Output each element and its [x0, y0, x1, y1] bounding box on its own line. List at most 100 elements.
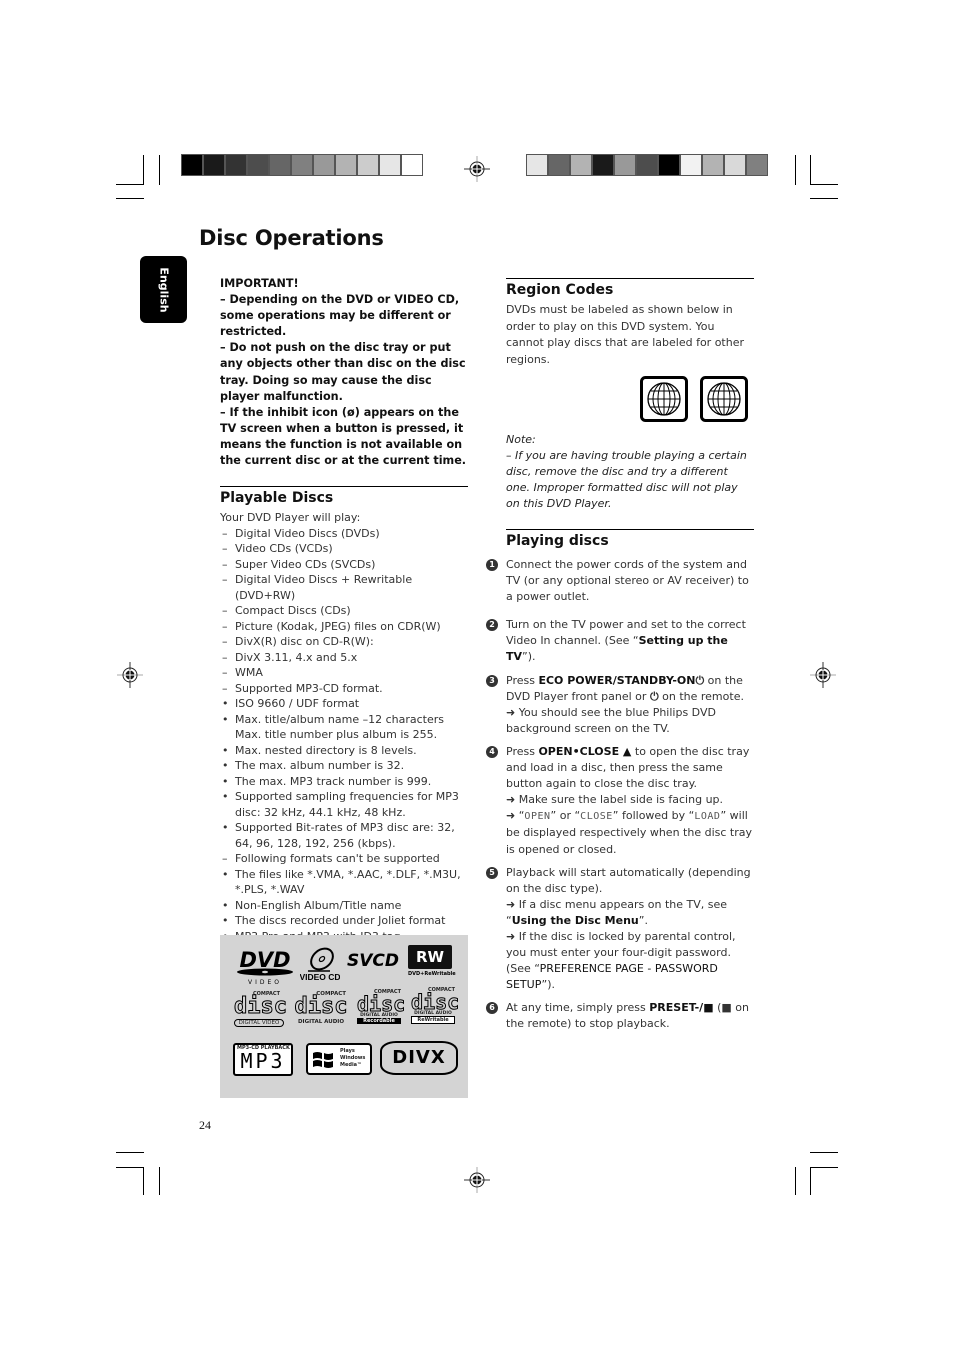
list-item-text: Compact Discs (CDs) — [235, 604, 351, 618]
bullet-icon: • — [222, 743, 229, 757]
registration-mark-icon — [464, 156, 490, 182]
list-item-text: The max. MP3 track number is 999. — [235, 774, 432, 788]
dash-icon: – — [222, 681, 228, 695]
list-item: – DivX 3.11, 4.x and 5.x — [220, 650, 468, 666]
list-item: • Max. nested directory is 8 levels. — [220, 743, 468, 759]
list-item: – Video CDs (VCDs) — [220, 541, 468, 557]
step-result-text: ➜ You should see the blue Philips DVD ba… — [506, 705, 716, 735]
important-notice: IMPORTANT! – Depending on the DVD or VID… — [220, 276, 468, 469]
list-item-text: ISO 9660 / UDF format — [235, 697, 360, 711]
language-tab: English — [140, 256, 187, 323]
list-item-text: Picture (Kodak, JPEG) files on CDR(W) — [235, 619, 441, 633]
color-swatch — [270, 155, 290, 175]
list-item-text: Max. nested directory is 8 levels. — [235, 743, 417, 757]
color-swatch — [204, 155, 224, 175]
list-item-text: WMA — [235, 666, 263, 680]
color-swatch — [402, 155, 422, 175]
logo-sub-text: DIGITAL AUDIO — [297, 1019, 344, 1025]
bullet-icon: • — [222, 759, 229, 773]
text-fragment: ” followed by “ — [612, 809, 695, 823]
wm-line: Windows — [340, 1055, 366, 1061]
cd-recordable-logo: COMPACT disc DIGITAL AUDIO Recordable — [357, 989, 406, 1024]
step-text: Press — [506, 744, 539, 758]
step-number-icon: 2 — [486, 619, 498, 632]
power-icon: ⏻ — [649, 689, 659, 703]
color-swatch — [226, 155, 246, 175]
step-result-text: ➜ “OPEN” or “CLOSE” followed by “LOAD” w… — [506, 808, 754, 857]
color-swatch — [681, 155, 701, 175]
crop-mark — [810, 1152, 838, 1153]
step-number-icon: 3 — [486, 674, 498, 687]
step-text: Playback will start automatically (depen… — [506, 865, 751, 895]
list-item: – Super Video CDs (SVCDs) — [220, 557, 468, 573]
bullet-icon: • — [222, 867, 229, 881]
list-item-text: DivX 3.11, 4.x and 5.x — [235, 650, 358, 664]
list-item: – Digital Video Discs (DVDs) — [220, 526, 468, 542]
crop-mark — [159, 155, 160, 185]
note-text: – If you are having trouble playing a ce… — [506, 449, 747, 510]
note-label: Note: — [506, 433, 536, 446]
list-item: • Supported Bit-rates of MP3 disc are: 32… — [220, 820, 468, 851]
step-text: ”). — [522, 650, 536, 664]
list-item-text: Digital Video Discs + Rewritable (DVD+RW… — [235, 573, 413, 602]
divx-logo-text: DIVX — [392, 1047, 446, 1068]
step-6: 6 At any time, simply press PRESET-/■ (■… — [486, 1000, 754, 1032]
logo-sub-text: ReWritable — [411, 1016, 455, 1024]
color-swatch — [314, 155, 334, 175]
page-title: Disc Operations — [199, 226, 384, 250]
registration-mark-icon — [464, 1167, 490, 1193]
region-code-icons — [506, 376, 754, 432]
color-swatch — [571, 155, 591, 175]
dash-icon: – — [222, 542, 228, 556]
windows-media-logo-text: Plays Windows Media™ — [340, 1048, 365, 1069]
right-column: Region Codes DVDs must be labeled as sho… — [486, 278, 754, 1040]
color-swatch — [725, 155, 745, 175]
color-swatch — [593, 155, 613, 175]
button-name-text: ECO POWER/STANDBY-ON — [538, 673, 696, 687]
color-swatch — [747, 155, 767, 175]
crop-mark — [116, 184, 144, 185]
crop-mark — [143, 155, 144, 185]
step-text: Connect the power cords of the system an… — [506, 558, 749, 604]
crop-mark — [795, 155, 796, 185]
step-text: on the remote. — [658, 689, 744, 703]
important-item: – Depending on the DVD or VIDEO CD, some… — [220, 293, 460, 339]
list-item: – DivX(R) disc on CD-R(W): — [220, 634, 468, 650]
region-note: Note: – If you are having trouble playin… — [506, 432, 754, 512]
step-number-icon: 1 — [486, 559, 498, 571]
step-result-text: ➜ Make sure the label side is facing up. — [506, 793, 724, 807]
dash-icon: – — [222, 557, 228, 571]
list-item: • ISO 9660 / UDF format — [220, 696, 468, 712]
step-text: Press — [506, 673, 539, 687]
list-item: • Non-English Album/Title name — [220, 898, 468, 914]
list-item-text: Supported Bit-rates of MP3 disc are: 32,… — [235, 821, 455, 850]
color-swatch — [703, 155, 723, 175]
list-item: – Compact Discs (CDs) — [220, 603, 468, 619]
step-number-icon: 6 — [486, 1002, 498, 1015]
list-item-text: Following formats can't be supported — [235, 852, 440, 866]
text-fragment: ”. — [638, 913, 648, 927]
playing-discs-title: Playing discs — [506, 533, 609, 549]
bullet-icon: • — [222, 774, 229, 788]
color-swatch — [358, 155, 378, 175]
color-swatch — [659, 155, 679, 175]
page-number: 24 — [199, 1118, 211, 1132]
list-item: • Supported sampling frequencies for MP3 … — [220, 789, 468, 820]
step-4: 4 Press OPEN•CLOSE ▲ to open the disc tr… — [486, 744, 754, 858]
power-icon: ⏻ — [695, 673, 705, 687]
playable-discs-list: – Digital Video Discs (DVDs) – Video CDs (V… — [220, 526, 468, 945]
list-item-text: The discs recorded under Joliet format — [235, 914, 446, 928]
step-2: 2 Turn on the TV power and set to the co… — [486, 617, 754, 665]
mp3-cd-playback-logo: MP3-CD PLAYBACK MP3 — [233, 1043, 293, 1076]
important-heading: IMPORTANT! — [220, 277, 299, 290]
region-codes-text: DVDs must be labeled as shown below in o… — [506, 303, 744, 366]
step-1: 1 Connect the power cords of the system … — [486, 557, 754, 605]
rw-logo-text: RW — [408, 945, 452, 969]
bullet-icon: • — [222, 697, 229, 711]
crop-mark — [116, 1167, 144, 1168]
lcd-text: LOAD — [694, 811, 721, 823]
step-number-icon: 5 — [486, 866, 498, 879]
section-divider — [506, 278, 754, 279]
dvd-rw-logo: RW DVD+ReWritable — [408, 945, 456, 979]
color-swatch — [380, 155, 400, 175]
